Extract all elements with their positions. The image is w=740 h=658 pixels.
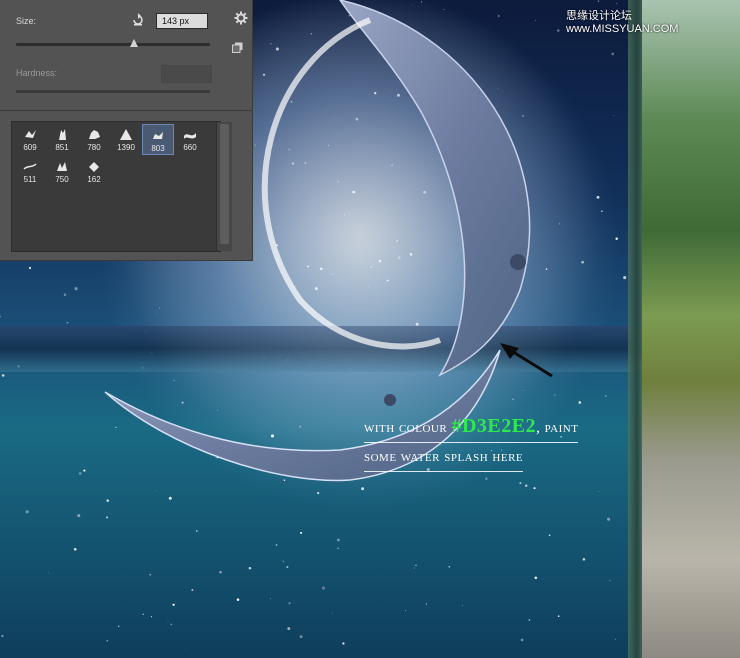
brush-preset-1390[interactable]: 1390	[110, 124, 142, 155]
size-label: Size:	[16, 16, 37, 26]
annotation-line-1: with colour #D3E2E2, paint	[364, 412, 579, 443]
brush-size-label: 511	[23, 175, 37, 184]
reset-icon[interactable]	[131, 13, 145, 27]
brush-tip-icon	[89, 162, 99, 172]
brush-tip-icon	[23, 163, 37, 170]
brush-tip-icon	[25, 130, 36, 138]
scroll-thumb[interactable]	[220, 124, 229, 244]
brush-tip-icon	[57, 162, 67, 171]
brush-preset-803[interactable]: 803	[142, 124, 174, 155]
brush-preset-609[interactable]: 609	[14, 124, 46, 155]
brush-preset-162[interactable]: 162	[78, 156, 110, 187]
brush-preset-panel: Size: Hardness: 609 851 780 1390 803 660 511 75…	[0, 0, 253, 261]
brush-size-label: 660	[183, 143, 197, 152]
brush-size-label: 162	[87, 175, 101, 184]
brush-preset-750[interactable]: 750	[46, 156, 78, 187]
hardness-input[interactable]	[161, 65, 212, 83]
color-code: #D3E2E2	[451, 415, 537, 437]
brush-tip-icon	[59, 129, 66, 140]
size-slider[interactable]	[16, 39, 210, 47]
size-input[interactable]	[156, 13, 208, 29]
annotation-line-2: some water splash here	[364, 443, 524, 472]
brush-size-label: 609	[23, 143, 37, 152]
brush-tip-icon	[184, 133, 196, 139]
brush-preset-511[interactable]: 511	[14, 156, 46, 187]
brush-tip-icon	[153, 132, 163, 139]
watermark: 思缘设计论坛 www.MISSYUAN.COM	[566, 10, 679, 35]
brush-size-label: 851	[55, 143, 69, 152]
brush-grid-scrollbar[interactable]	[216, 122, 232, 251]
gear-icon[interactable]	[234, 11, 248, 25]
annotation-suffix: , paint	[536, 420, 579, 436]
brush-tip-icon	[120, 129, 132, 140]
brush-size-label: 1390	[117, 143, 135, 152]
brush-size-label: 803	[151, 144, 165, 153]
size-slider-thumb[interactable]	[130, 39, 139, 47]
brush-preset-851[interactable]: 851	[46, 124, 78, 155]
brush-preset-grid: 609 851 780 1390 803 660 511 750 162	[11, 121, 232, 252]
brush-size-label: 780	[87, 143, 101, 152]
brush-tip-icon	[89, 130, 100, 139]
landscape-scene	[642, 0, 740, 658]
new-preset-icon[interactable]	[232, 42, 243, 53]
hardness-slider[interactable]	[16, 90, 210, 93]
tutorial-annotation: with colour #D3E2E2, paint some water sp…	[364, 412, 579, 472]
brush-preset-780[interactable]: 780	[78, 124, 110, 155]
annotation-prefix: with colour	[364, 420, 452, 436]
brush-size-label: 750	[55, 175, 69, 184]
hardness-label: Hardness:	[16, 68, 58, 78]
panel-divider	[0, 110, 252, 111]
brush-preset-660[interactable]: 660	[174, 124, 206, 155]
